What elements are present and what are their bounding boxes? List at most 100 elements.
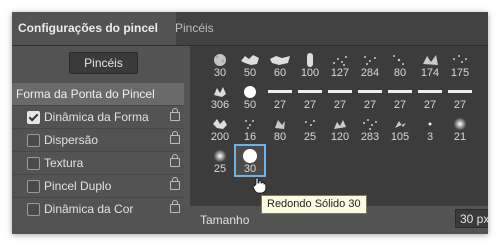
brush-preset[interactable]: 50	[235, 81, 265, 112]
brush-preset[interactable]: 127	[325, 49, 355, 80]
option-scattering[interactable]: Dispersão	[12, 128, 184, 151]
checkbox-checked[interactable]	[27, 111, 40, 124]
brush-preset[interactable]: 50	[235, 49, 265, 80]
brush-size-label: 27	[453, 99, 467, 111]
brush-preset[interactable]: 30	[205, 49, 235, 80]
brush-size-label: 30	[243, 163, 257, 175]
brush-preset[interactable]: 80	[265, 113, 295, 144]
brush-size-label: 50	[243, 67, 257, 79]
lock-icon[interactable]	[170, 108, 180, 121]
brush-preset[interactable]: 27	[295, 81, 325, 112]
lock-icon[interactable]	[170, 154, 180, 167]
brush-tip-icon	[298, 83, 322, 100]
checkbox[interactable]	[27, 157, 40, 170]
brush-preset[interactable]: 16	[235, 113, 265, 144]
option-label: Dispersão	[44, 133, 99, 147]
brush-tip-icon	[208, 115, 232, 132]
brush-tip-icon	[298, 51, 322, 68]
lock-icon[interactable]	[170, 131, 180, 144]
brush-tip-icon	[418, 115, 442, 132]
brush-tip-icon	[238, 83, 262, 100]
option-dual-brush[interactable]: Pincel Duplo	[12, 174, 184, 197]
brush-size-label: 27	[423, 99, 437, 111]
brush-preset[interactable]: 306	[205, 81, 235, 112]
brush-preset[interactable]: 27	[325, 81, 355, 112]
tab-brushes[interactable]: Pincéis	[167, 12, 222, 45]
left-options-panel: Pincéis Forma da Ponta do Pincel Dinâmic…	[12, 46, 184, 234]
tab-bar: Configurações do pincel Pincéis	[12, 12, 488, 46]
brush-tip-icon	[208, 83, 232, 100]
brush-size-label: 200	[210, 131, 230, 143]
brush-tip-icon	[448, 83, 472, 100]
brush-preset[interactable]: 200	[205, 113, 235, 144]
brush-tip-icon	[208, 51, 232, 68]
brush-preset[interactable]: 25	[205, 145, 235, 176]
size-input[interactable]: 30 px	[455, 209, 488, 228]
option-texture[interactable]: Textura	[12, 151, 184, 174]
brush-size-label: 284	[360, 67, 380, 79]
tab-brush-settings[interactable]: Configurações do pincel	[12, 12, 176, 45]
brush-settings-panel: Configurações do pincel Pincéis Pincéis …	[12, 12, 488, 234]
brushes-button[interactable]: Pincéis	[69, 52, 138, 74]
brush-size-label: 60	[273, 67, 287, 79]
size-label: Tamanho	[200, 213, 250, 227]
brush-preset[interactable]: 27	[415, 81, 445, 112]
brush-preset[interactable]: 25	[295, 113, 325, 144]
brush-preset-selected[interactable]: 30	[234, 144, 266, 177]
brush-size-label: 127	[330, 67, 350, 79]
brush-tip-icon	[208, 147, 232, 164]
option-label: Dinâmica da Cor	[44, 202, 134, 216]
checkbox[interactable]	[27, 180, 40, 193]
brush-preset[interactable]: 105	[385, 113, 415, 144]
brush-preset[interactable]: 80	[385, 49, 415, 80]
brush-size-label: 27	[303, 99, 317, 111]
brush-size-label: 30	[213, 67, 227, 79]
brush-preset[interactable]: 21	[445, 113, 475, 144]
brush-tip-icon	[268, 83, 292, 100]
brush-preset[interactable]: 60	[265, 49, 295, 80]
brush-size-label: 174	[420, 67, 440, 79]
brush-size-label: 100	[300, 67, 320, 79]
option-shape-dynamics[interactable]: Dinâmica da Forma	[12, 105, 184, 128]
brush-tip-icon	[268, 115, 292, 132]
brush-tip-icon	[238, 115, 262, 132]
brush-tip-icon	[448, 51, 472, 68]
brush-size-label: 80	[273, 131, 287, 143]
brush-size-label: 25	[213, 163, 227, 175]
brush-preset[interactable]: 175	[445, 49, 475, 80]
brush-size-label: 50	[243, 99, 257, 111]
brush-size-label: 3	[426, 131, 434, 143]
checkbox[interactable]	[27, 203, 40, 216]
brush-preset[interactable]: 100	[295, 49, 325, 80]
brush-preset[interactable]: 3	[415, 113, 445, 144]
brush-preset[interactable]: 27	[445, 81, 475, 112]
brush-size-label: 27	[393, 99, 407, 111]
brush-size-label: 27	[363, 99, 377, 111]
brush-tip-icon	[328, 115, 352, 132]
brush-preset[interactable]: 27	[265, 81, 295, 112]
brush-size-label: 283	[360, 131, 380, 143]
option-color-dynamics[interactable]: Dinâmica da Cor	[12, 197, 184, 220]
brush-preset[interactable]: 284	[355, 49, 385, 80]
lock-icon[interactable]	[170, 177, 180, 190]
brush-tip-shape-item[interactable]: Forma da Ponta do Pincel	[12, 83, 184, 105]
checkbox[interactable]	[27, 134, 40, 147]
brush-tip-icon	[418, 51, 442, 68]
brush-preset[interactable]: 27	[355, 81, 385, 112]
brush-tip-icon	[328, 51, 352, 68]
brush-size-label: 27	[273, 99, 287, 111]
brush-tip-icon	[238, 147, 262, 164]
brush-preset[interactable]: 27	[385, 81, 415, 112]
brush-size-label: 120	[330, 131, 350, 143]
option-label: Dinâmica da Forma	[44, 110, 149, 124]
brush-size-label: 27	[333, 99, 347, 111]
lock-icon[interactable]	[170, 200, 180, 213]
option-label: Textura	[44, 156, 84, 170]
brush-tip-icon	[388, 83, 412, 100]
brush-tip-icon	[358, 51, 382, 68]
brush-preset[interactable]: 120	[325, 113, 355, 144]
brush-tip-icon	[388, 51, 412, 68]
brush-preset[interactable]: 174	[415, 49, 445, 80]
brush-tip-icon	[448, 115, 472, 132]
brush-preset[interactable]: 283	[355, 113, 385, 144]
